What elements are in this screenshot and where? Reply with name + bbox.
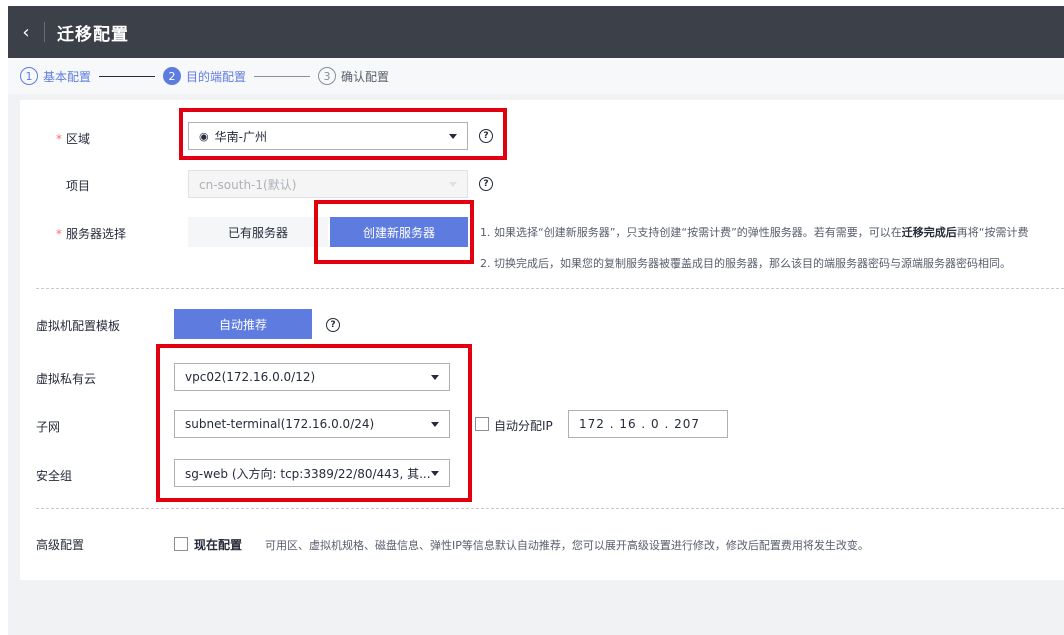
help-icon[interactable]: ? [479, 177, 493, 191]
security-group-label: 安全组 [36, 469, 73, 483]
step-number: 1 [20, 67, 38, 85]
highlight-box-create-server [314, 200, 474, 264]
server-note-2: 2. 切换完成后，如果您的复制服务器被覆盖成目的服务器，那么该目的端服务器密码与… [480, 257, 1011, 270]
advanced-description: 可用区、虚拟机规格、磁盘信息、弹性IP等信息默认自动推荐，您可以展开高级设置进行… [265, 539, 869, 552]
server-note-1: 1. 如果选择“创建新服务器”，只支持创建“按需计费”的弹性服务器。若有需要，可… [480, 224, 1029, 240]
step-connector [99, 75, 156, 77]
step-number: 2 [163, 67, 182, 85]
header-separator [44, 22, 45, 42]
chevron-down-icon [449, 182, 457, 187]
auto-recommend-button[interactable]: 自动推荐 [174, 309, 312, 339]
subnet-label: 子网 [36, 420, 61, 434]
server-select-label: * 服务器选择 [56, 225, 126, 242]
region-label: * 区域 [56, 130, 90, 147]
step-label: 目的端配置 [186, 69, 247, 84]
step-target-config: 2 目的端配置 [163, 67, 246, 85]
region-label-text: 区域 [66, 132, 91, 146]
back-icon[interactable]: ‹ [8, 22, 44, 43]
step-label: 确认配置 [341, 69, 390, 84]
vpc-label: 虚拟私有云 [36, 372, 97, 386]
highlight-box-region [179, 108, 507, 160]
template-label: 虚拟机配置模板 [36, 319, 121, 333]
configure-now-checkbox[interactable] [174, 537, 188, 551]
required-star: * [56, 132, 62, 146]
page-header: ‹ 迁移配置 [8, 6, 1064, 58]
step-confirm-config: 3 确认配置 [318, 67, 389, 85]
configure-now-label: 现在配置 [194, 538, 243, 552]
ip-address-input[interactable]: 172 . 16 . 0 . 207 [568, 410, 728, 438]
project-value: cn-south-1(默认) [199, 177, 297, 192]
auto-ip-label: 自动分配IP [494, 419, 553, 433]
section-divider [36, 288, 1064, 289]
server-note-1-text: 1. 如果选择“创建新服务器”，只支持创建“按需计费”的弹性服务器。若有需要，可… [480, 226, 902, 239]
help-icon[interactable]: ? [326, 318, 340, 332]
advanced-label: 高级配置 [36, 538, 85, 552]
step-connector [254, 75, 311, 77]
page-title: 迁移配置 [57, 24, 129, 45]
left-edge [0, 0, 8, 635]
step-number: 3 [318, 67, 337, 85]
config-form-card: * 区域 ◉ 华南-广州 ? 项目 cn-south-1(默认) ? * 服务器选择… [20, 100, 1064, 580]
project-select[interactable]: cn-south-1(默认) [188, 170, 468, 198]
step-basic-config: 1 基本配置 [20, 67, 91, 85]
section-divider [36, 508, 1064, 509]
step-label: 基本配置 [43, 69, 92, 84]
server-label-text: 服务器选择 [66, 227, 127, 241]
project-label: 项目 [66, 179, 91, 193]
required-star: * [56, 227, 62, 241]
highlight-box-network [156, 344, 472, 502]
server-note-1-bold: 迁移完成后 [901, 226, 957, 239]
existing-server-button[interactable]: 已有服务器 [188, 217, 328, 247]
step-indicator: 1 基本配置 2 目的端配置 3 确认配置 [8, 58, 1064, 94]
server-note-1-tail: 再将“按需计费 [956, 226, 1029, 239]
auto-ip-checkbox[interactable] [475, 417, 489, 431]
